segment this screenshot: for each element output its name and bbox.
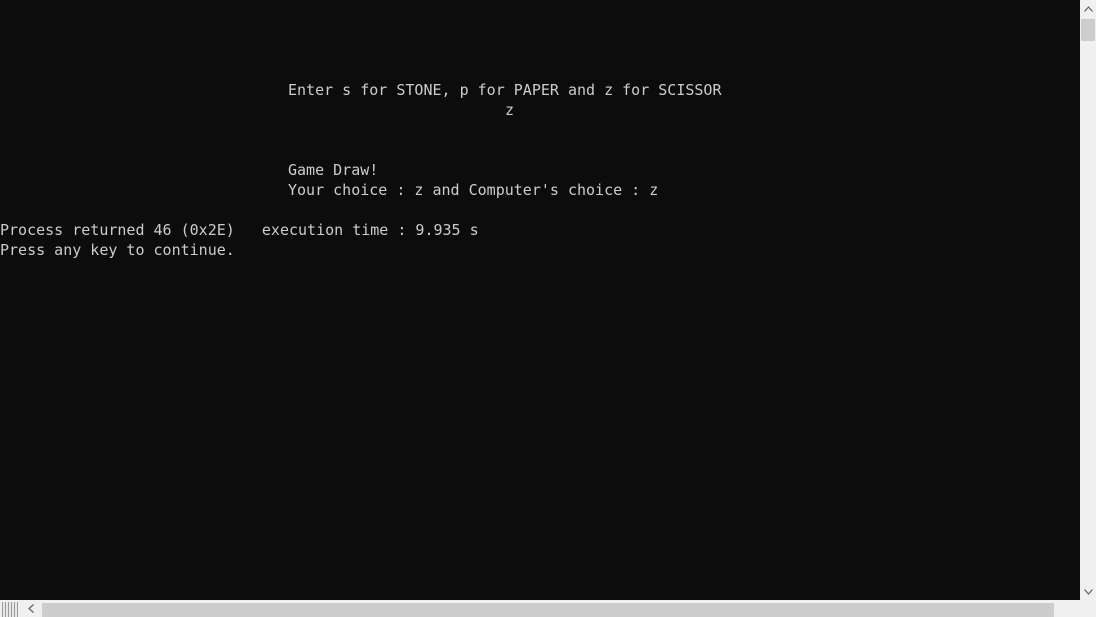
resize-grip-icon [2, 602, 18, 617]
horizontal-scroll-thumb[interactable] [42, 603, 1054, 617]
vertical-scrollbar[interactable] [1080, 0, 1096, 600]
console-output: Enter s for STONE, p for PAPER and z for… [0, 0, 1080, 600]
scrollbar-corner [1080, 600, 1096, 617]
chevron-left-icon[interactable] [22, 600, 40, 617]
console-line-process-returned: Process returned 46 (0x2E) execution tim… [0, 221, 479, 239]
vertical-scroll-thumb[interactable] [1081, 19, 1095, 41]
console-line-input: z [505, 101, 515, 119]
console-line-press-key: Press any key to continue. [0, 241, 235, 259]
console-line-result: Game Draw! [288, 161, 379, 179]
horizontal-scrollbar[interactable] [0, 600, 1096, 617]
chevron-down-icon[interactable] [1080, 583, 1096, 600]
chevron-up-icon[interactable] [1080, 0, 1096, 17]
console-line-choices: Your choice : z and Computer's choice : … [288, 181, 659, 199]
console-line-prompt: Enter s for STONE, p for PAPER and z for… [288, 81, 722, 99]
